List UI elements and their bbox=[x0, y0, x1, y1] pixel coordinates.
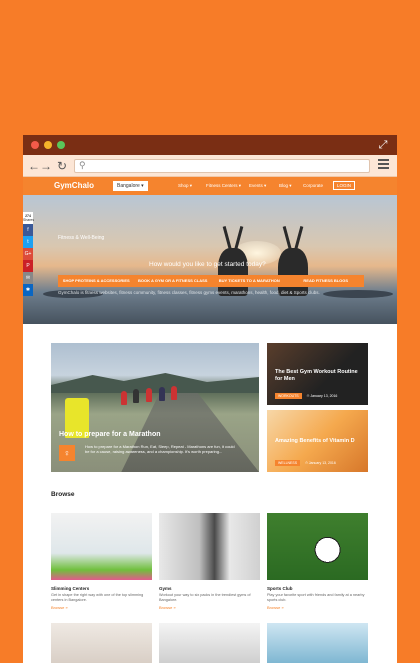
post-date: ⏱ January 13, 2016 bbox=[305, 461, 336, 465]
tile-name[interactable]: Gyms bbox=[159, 586, 260, 591]
hero-tagline: Fitness & Well-Being bbox=[58, 235, 105, 241]
more-share-icon[interactable]: ✱ bbox=[23, 284, 33, 296]
title-bar: ⤢ bbox=[23, 135, 397, 155]
swimming-image bbox=[267, 623, 368, 663]
runner bbox=[146, 388, 152, 402]
side-article-title[interactable]: The Best Gym Workout Routine for Men bbox=[275, 369, 360, 383]
yoga-person-right bbox=[278, 226, 308, 296]
featured-title[interactable]: How to prepare for a Marathon bbox=[59, 431, 161, 438]
tile-description: Get in shape the right way with one of t… bbox=[51, 593, 144, 602]
side-article-meta: WELLNESS ⏱ January 13, 2016 bbox=[275, 460, 336, 466]
yoga-person-left bbox=[218, 226, 248, 296]
slimming-image bbox=[51, 513, 152, 580]
tile-name[interactable]: Sports Club bbox=[267, 586, 368, 591]
forward-arrow-icon[interactable]: → bbox=[40, 159, 52, 173]
martial-arts-image bbox=[159, 623, 260, 663]
browse-link[interactable]: Browse » bbox=[267, 605, 368, 610]
twitter-icon[interactable]: t bbox=[23, 236, 33, 248]
facebook-icon[interactable]: f bbox=[23, 224, 33, 236]
side-article-workout[interactable]: The Best Gym Workout Routine for Men WOR… bbox=[267, 343, 368, 405]
featured-description: How to prepare for a Marathon Run, Eat, … bbox=[85, 444, 235, 454]
gym-image bbox=[159, 513, 260, 580]
share-count: 274 Shares bbox=[23, 212, 35, 224]
category-badge[interactable]: WELLNESS bbox=[275, 460, 301, 466]
tile-yoga[interactable] bbox=[51, 623, 152, 663]
address-bar[interactable]: ⚲ bbox=[74, 159, 370, 173]
tile-gyms[interactable]: Gyms Workout your way to six packs in th… bbox=[159, 513, 260, 610]
expand-icon[interactable]: ⤢ bbox=[377, 139, 389, 151]
featured-article[interactable]: How to prepare for a Marathon ♀ How to p… bbox=[51, 343, 259, 472]
post-date: ⏱ January 13, 2016 bbox=[306, 394, 338, 398]
login-button[interactable]: LOGIN bbox=[332, 181, 355, 190]
buy-marathon-tickets-button[interactable]: BUY TICKETS TO A MARATHON bbox=[211, 275, 288, 287]
read-fitness-blogs-button[interactable]: READ FITNESS BLOGS bbox=[288, 275, 365, 287]
site-navbar: GymChalo Bangalore ▾ Shop ▾ Fitness Cent… bbox=[23, 177, 397, 195]
runner bbox=[159, 387, 165, 401]
maximize-window-button[interactable] bbox=[57, 141, 65, 149]
side-article-meta: WORKOUTS ⏱ January 13, 2016 bbox=[275, 393, 337, 399]
tile-description: Play your favorite sport with friends an… bbox=[267, 593, 365, 602]
nav-shop[interactable]: Shop ▾ bbox=[178, 183, 192, 189]
share-sidebar: 274 Shares f t G+ P ✉ ✱ bbox=[23, 212, 35, 296]
nav-blog[interactable]: Blog ▾ bbox=[279, 183, 292, 189]
nav-events[interactable]: Events ▾ bbox=[249, 183, 266, 189]
hero-action-bar: SHOP PROTEINS & ACCESSORIES BOOK A GYM O… bbox=[58, 275, 364, 287]
tile-slimming-centers[interactable]: Slimming Centers Get in shape the right … bbox=[51, 513, 152, 610]
reload-icon[interactable]: ↻ bbox=[57, 159, 67, 173]
category-badge[interactable]: WORKOUTS bbox=[275, 393, 302, 399]
search-icon: ⚲ bbox=[79, 160, 86, 170]
hero-banner: Fitness & Well-Being How would you like … bbox=[23, 195, 397, 324]
side-article-vitamin[interactable]: Amazing Benefits of Vitamin D WELLNESS ⏱… bbox=[267, 410, 368, 472]
site-logo[interactable]: GymChalo bbox=[54, 181, 94, 190]
browser-window: ⤢ ← → ↻ ⚲ GymChalo Bangalore ▾ Shop ▾ Fi… bbox=[23, 135, 397, 663]
back-arrow-icon[interactable]: ← bbox=[28, 159, 40, 173]
nav-fitness-centers[interactable]: Fitness Centers ▾ bbox=[206, 183, 241, 189]
tile-martial-arts[interactable] bbox=[159, 623, 260, 663]
shop-proteins-button[interactable]: SHOP PROTEINS & ACCESSORIES bbox=[58, 275, 135, 287]
pinterest-icon[interactable]: P bbox=[23, 260, 33, 272]
close-window-button[interactable] bbox=[31, 141, 39, 149]
sports-image bbox=[267, 513, 368, 580]
yoga-image bbox=[51, 623, 152, 663]
email-icon[interactable]: ✉ bbox=[23, 272, 33, 284]
browse-heading: Browse bbox=[51, 491, 75, 498]
hero-question: How would you like to get started today? bbox=[149, 261, 266, 268]
google-plus-icon[interactable]: G+ bbox=[23, 248, 33, 260]
tile-swimming[interactable] bbox=[267, 623, 368, 663]
browse-link[interactable]: Browse » bbox=[159, 605, 260, 610]
side-article-title[interactable]: Amazing Benefits of Vitamin D bbox=[275, 438, 360, 445]
runner bbox=[121, 391, 127, 405]
tile-name[interactable]: Slimming Centers bbox=[51, 586, 152, 591]
tile-sports-club[interactable]: Sports Club Play your favorite sport wit… bbox=[267, 513, 368, 610]
city-selector[interactable]: Bangalore ▾ bbox=[113, 181, 148, 191]
runner bbox=[171, 386, 177, 400]
hamburger-menu-icon[interactable] bbox=[378, 159, 389, 169]
nav-corporate[interactable]: Corporate bbox=[303, 183, 323, 188]
url-input[interactable] bbox=[91, 161, 361, 171]
mountain-backdrop bbox=[51, 373, 259, 393]
book-gym-button[interactable]: BOOK A GYM OR A FITNESS CLASS bbox=[135, 275, 212, 287]
hero-description: GymChalo is fitness websites, fitness co… bbox=[58, 290, 320, 295]
tile-description: Workout your way to six packs in the tre… bbox=[159, 593, 251, 602]
browser-toolbar: ← → ↻ ⚲ bbox=[23, 155, 397, 177]
minimize-window-button[interactable] bbox=[44, 141, 52, 149]
browse-link[interactable]: Browse » bbox=[51, 605, 152, 610]
running-icon: ♀ bbox=[59, 445, 75, 461]
runner bbox=[133, 389, 139, 403]
